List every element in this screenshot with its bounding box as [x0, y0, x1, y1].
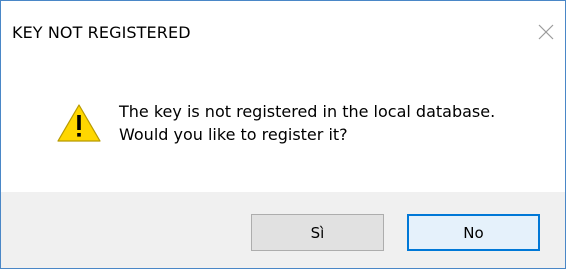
close-button[interactable]: [533, 19, 559, 45]
dialog-content: The key is not registered in the local d…: [1, 65, 565, 192]
dialog-title: KEY NOT REGISTERED: [12, 23, 191, 42]
message-line: Would you like to register it?: [119, 125, 348, 144]
dialog-message: The key is not registered in the local d…: [119, 100, 495, 146]
button-bar: Sì No: [1, 192, 565, 268]
message-line: The key is not registered in the local d…: [119, 102, 496, 121]
warning-icon: [56, 103, 102, 143]
title-bar: KEY NOT REGISTERED: [1, 1, 565, 65]
message-dialog: KEY NOT REGISTERED The key is not regist…: [0, 0, 566, 269]
yes-button[interactable]: Sì: [251, 214, 384, 251]
close-icon: [538, 24, 554, 40]
no-button-label: No: [463, 223, 484, 242]
no-button[interactable]: No: [407, 214, 540, 251]
yes-button-label: Sì: [310, 223, 325, 242]
